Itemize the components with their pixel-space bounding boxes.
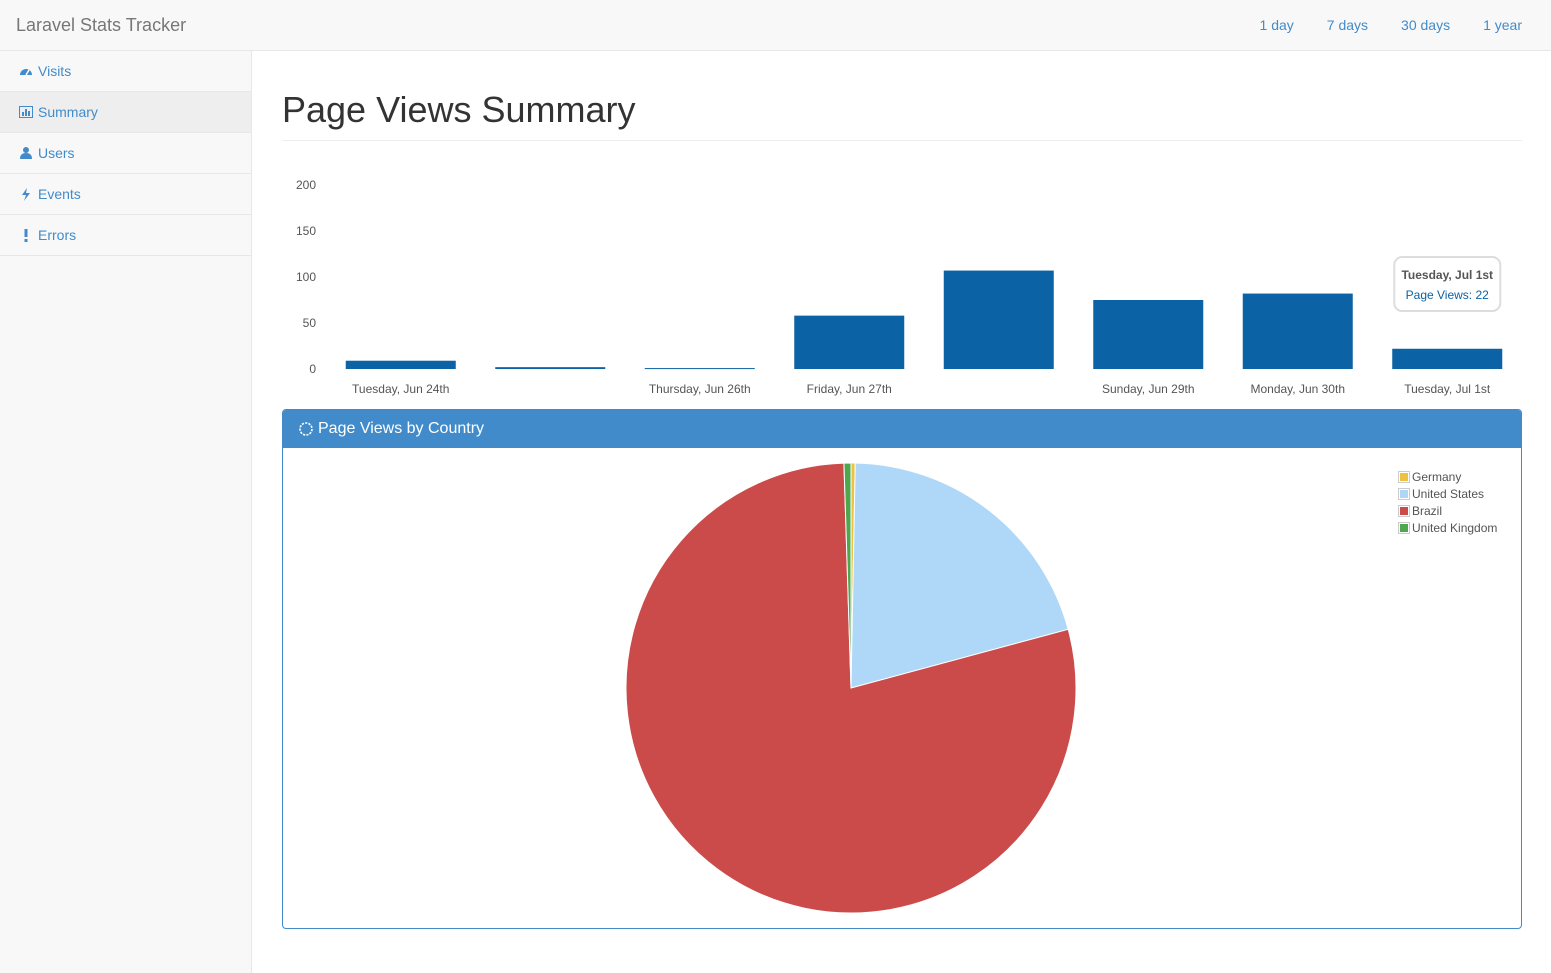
sidebar-item-label: Events: [38, 186, 81, 202]
page-views-bar-chart: 0 50 100 150 200 Tuesday, Jun 24th Thursday, J…: [296, 178, 1503, 396]
legend-item: United States: [1398, 485, 1497, 502]
legend-swatch: [1398, 487, 1410, 500]
sidebar-item-errors[interactable]: Errors: [0, 215, 251, 256]
sidebar-item-summary[interactable]: Summary: [0, 92, 251, 133]
bolt-icon: [18, 186, 34, 202]
navbar: Laravel Stats Tracker 1 day 7 days 30 da…: [0, 0, 1551, 51]
legend-swatch: [1398, 470, 1410, 483]
y-tick-label: 150: [296, 224, 316, 238]
legend-label: United Kingdom: [1412, 520, 1498, 535]
tooltip-title: Tuesday, Jul 1st: [1401, 268, 1493, 282]
legend-swatch: [1398, 521, 1410, 534]
sidebar-item-label: Visits: [38, 63, 72, 79]
tooltip-value: Page Views: 22: [1406, 288, 1489, 302]
user-icon: [18, 145, 34, 161]
legend-item: United Kingdom: [1398, 519, 1497, 536]
bar[interactable]: [495, 367, 606, 369]
y-tick-label: 100: [296, 270, 316, 284]
x-tick-label: Sunday, Jun 29th: [1102, 382, 1195, 396]
legend-label: Germany: [1412, 469, 1462, 484]
panel-heading: Page Views by Country: [283, 410, 1521, 448]
range-1-day-link[interactable]: 1 day: [1260, 17, 1294, 33]
x-tick-label: Tuesday, Jul 1st: [1404, 382, 1491, 396]
sidebar-item-label: Errors: [38, 227, 77, 243]
range-30-days-link[interactable]: 30 days: [1401, 17, 1450, 33]
spinner-icon: [298, 421, 314, 437]
country-pie-chart: [625, 462, 1077, 914]
x-tick-label: Friday, Jun 27th: [807, 382, 892, 396]
bar[interactable]: [644, 368, 755, 370]
sidebar-item-visits[interactable]: Visits: [0, 51, 251, 92]
brand[interactable]: Laravel Stats Tracker: [16, 15, 186, 36]
bar[interactable]: [1093, 300, 1204, 369]
pie-area: Germany United States Brazil United Kingdom: [283, 448, 1521, 928]
range-7-days-link[interactable]: 7 days: [1327, 17, 1368, 33]
bar[interactable]: [943, 270, 1054, 369]
bar[interactable]: [794, 315, 905, 369]
exclamation-icon: [18, 227, 34, 243]
range-links: 1 day 7 days 30 days 1 year: [1227, 17, 1522, 33]
panel-title: Page Views by Country: [318, 420, 485, 437]
legend-item: Germany: [1398, 468, 1497, 485]
bar-chart-icon: [18, 104, 34, 120]
pie-legend: Germany United States Brazil United Kingdom: [1398, 468, 1497, 536]
sidebar-item-users[interactable]: Users: [0, 133, 251, 174]
y-tick-label: 200: [296, 178, 316, 192]
x-tick-label: Monday, Jun 30th: [1250, 382, 1345, 396]
legend-item: Brazil: [1398, 502, 1497, 519]
legend-label: United States: [1412, 486, 1485, 501]
page-title: Page Views Summary: [282, 89, 1522, 141]
country-panel: Page Views by Country Germany United Stat…: [282, 409, 1522, 929]
bar[interactable]: [345, 360, 456, 369]
legend-label: Brazil: [1412, 503, 1443, 518]
bar[interactable]: [1242, 293, 1353, 369]
legend-swatch: [1398, 504, 1410, 517]
dashboard-icon: [18, 63, 34, 79]
y-tick-label: 50: [303, 316, 317, 330]
main-content: Page Views Summary 0 50 100 150 200 Tuesday, …: [282, 51, 1522, 929]
sidebar-item-label: Summary: [38, 104, 98, 120]
x-tick-label: Thursday, Jun 26th: [649, 382, 751, 396]
x-tick-label: Tuesday, Jun 24th: [352, 382, 449, 396]
bar[interactable]: [1392, 348, 1503, 369]
sidebar-item-events[interactable]: Events: [0, 174, 251, 215]
bar-tooltip: Tuesday, Jul 1st Page Views: 22: [1393, 256, 1502, 312]
sidebar: Visits Summary Users Events Errors: [0, 51, 252, 973]
sidebar-item-label: Users: [38, 145, 75, 161]
y-tick-label: 0: [309, 362, 316, 376]
range-1-year-link[interactable]: 1 year: [1483, 17, 1522, 33]
